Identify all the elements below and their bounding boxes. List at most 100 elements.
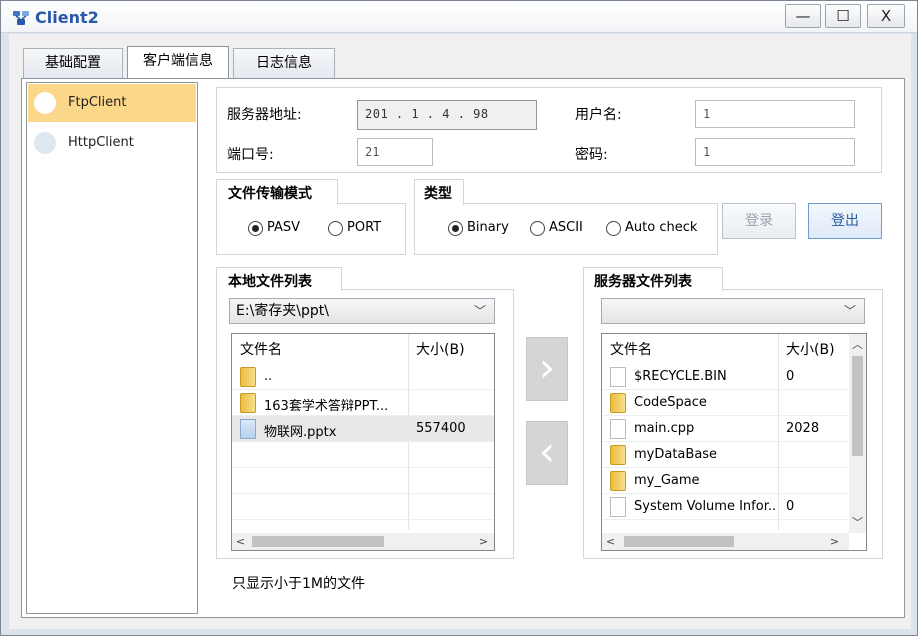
list-item[interactable]: my_Game: [602, 468, 848, 494]
list-item-empty: [232, 442, 494, 468]
radio-checked-icon: [248, 221, 263, 236]
logout-button[interactable]: 登出: [808, 203, 882, 239]
file-name: main.cpp: [634, 421, 695, 436]
horizontal-scrollbar[interactable]: < >: [232, 533, 494, 550]
tab-log-info[interactable]: 日志信息: [233, 48, 335, 78]
scroll-left-icon[interactable]: <: [232, 533, 249, 550]
list-item[interactable]: $RECYCLE.BIN 0: [602, 364, 848, 390]
close-button[interactable]: X: [867, 4, 905, 28]
server-address-label: 服务器地址:: [227, 107, 302, 123]
server-address-field[interactable]: 201 . 1 . 4 . 98: [357, 100, 537, 130]
radio-label: PORT: [347, 220, 382, 235]
username-label: 用户名:: [575, 107, 622, 123]
client-dot-icon: [34, 92, 56, 114]
file-name: $RECYCLE.BIN: [634, 369, 727, 384]
file-size-note: 只显示小于1M的文件: [232, 576, 365, 592]
scrollbar-thumb[interactable]: [624, 536, 734, 547]
chevron-down-icon: ﹀: [843, 304, 856, 318]
column-header-size[interactable]: 大小(B): [416, 339, 465, 359]
scroll-right-icon[interactable]: >: [475, 533, 492, 550]
pptx-file-icon: [240, 419, 256, 439]
file-name: System Volume Infor...: [634, 499, 776, 514]
folder-icon: [240, 367, 256, 387]
scroll-up-icon[interactable]: ︿: [849, 336, 866, 353]
file-size: 0: [786, 369, 795, 384]
scroll-down-icon[interactable]: ﹀: [849, 514, 866, 531]
scrollbar-thumb[interactable]: [252, 536, 384, 547]
list-item[interactable]: ..: [232, 364, 494, 390]
column-header-name[interactable]: 文件名: [610, 339, 652, 359]
list-item[interactable]: myDataBase: [602, 442, 848, 468]
file-icon: [610, 367, 626, 387]
file-icon: [610, 419, 626, 439]
list-item-ftpclient[interactable]: FtpClient: [28, 84, 196, 122]
tab-basic-config[interactable]: 基础配置: [23, 48, 123, 78]
scrollbar-thumb[interactable]: [852, 356, 863, 456]
file-name: CodeSpace: [634, 395, 707, 410]
username-field[interactable]: 1: [695, 100, 855, 128]
client-area: 基础配置 客户端信息 日志信息 FtpClient HttpClient 服务器…: [9, 34, 911, 629]
transfer-mode-title: 文件传输模式: [226, 183, 314, 203]
file-size: 2028: [786, 421, 820, 436]
port-field[interactable]: 21: [357, 138, 433, 166]
client-dot-icon: [34, 132, 56, 154]
folder-icon: [610, 471, 626, 491]
folder-icon: [610, 445, 626, 465]
password-field[interactable]: 1: [695, 138, 855, 166]
server-file-list[interactable]: 文件名 大小(B) $RECYCLE.BIN 0 CodeSpace main.…: [601, 333, 867, 551]
upload-button[interactable]: ›: [526, 337, 568, 401]
list-item[interactable]: CodeSpace: [602, 390, 848, 416]
column-header-size[interactable]: 大小(B): [786, 339, 835, 359]
file-name: 物联网.pptx: [264, 425, 337, 440]
horizontal-scrollbar[interactable]: < >: [602, 533, 849, 550]
radio-label: Auto check: [625, 220, 698, 235]
scroll-left-icon[interactable]: <: [602, 533, 619, 550]
tab-panel: FtpClient HttpClient 服务器地址: 201 . 1 . 4 …: [21, 78, 905, 618]
type-title: 类型: [422, 183, 454, 203]
list-item[interactable]: System Volume Infor... 0: [602, 494, 848, 520]
radio-checked-icon: [448, 221, 463, 236]
download-button[interactable]: ‹: [526, 421, 568, 485]
password-label: 密码:: [575, 147, 608, 163]
app-window: Client2 — ☐ X 基础配置 客户端信息 日志信息 FtpClient …: [0, 0, 918, 636]
list-item-httpclient[interactable]: HttpClient: [28, 124, 196, 162]
file-size: 0: [786, 499, 795, 514]
column-header-name[interactable]: 文件名: [240, 339, 282, 359]
local-path-value: E:\寄存夹\ppt\: [236, 303, 329, 319]
server-files-title: 服务器文件列表: [592, 271, 694, 291]
radio-unchecked-icon: [328, 221, 343, 236]
server-list-header: 文件名 大小(B): [602, 334, 848, 364]
list-item-label: HttpClient: [68, 135, 134, 150]
port-label: 端口号:: [227, 147, 274, 163]
radio-label: PASV: [267, 220, 301, 235]
tab-client-info[interactable]: 客户端信息: [127, 46, 229, 79]
vertical-scrollbar[interactable]: ︿ ﹀: [849, 334, 866, 533]
file-name: ..: [264, 369, 273, 384]
title-bar[interactable]: Client2 — ☐ X: [1, 1, 917, 33]
folder-icon: [610, 393, 626, 413]
list-item[interactable]: 163套学术答辩PPT...: [232, 390, 494, 416]
connection-group: 服务器地址: 201 . 1 . 4 . 98 端口号: 21 用户名: 1 密…: [216, 87, 882, 173]
list-item[interactable]: main.cpp 2028: [602, 416, 848, 442]
list-item-empty: [232, 468, 494, 494]
radio-label: ASCII: [549, 220, 583, 235]
window-title: Client2: [35, 8, 99, 27]
local-path-dropdown[interactable]: E:\寄存夹\ppt\ ﹀: [229, 298, 495, 324]
chevron-down-icon: ﹀: [473, 304, 486, 318]
file-name: 163套学术答辩PPT...: [264, 399, 389, 414]
login-button[interactable]: 登录: [722, 203, 796, 239]
list-item[interactable]: 物联网.pptx 557400: [232, 416, 494, 442]
minimize-button[interactable]: —: [785, 4, 821, 28]
file-name: my_Game: [634, 473, 700, 488]
list-item-label: FtpClient: [68, 95, 127, 110]
folder-icon: [240, 393, 256, 413]
local-files-title: 本地文件列表: [226, 271, 314, 291]
local-file-list[interactable]: 文件名 大小(B) .. 163套学术答辩PPT... 物联网.pptx 557…: [231, 333, 495, 551]
radio-label: Binary: [467, 220, 509, 235]
radio-unchecked-icon: [530, 221, 545, 236]
scroll-right-icon[interactable]: >: [826, 533, 843, 550]
list-item-empty: [232, 494, 494, 520]
maximize-button[interactable]: ☐: [825, 4, 861, 28]
server-path-dropdown[interactable]: ﹀: [601, 298, 865, 324]
app-logo-icon: [13, 11, 29, 25]
